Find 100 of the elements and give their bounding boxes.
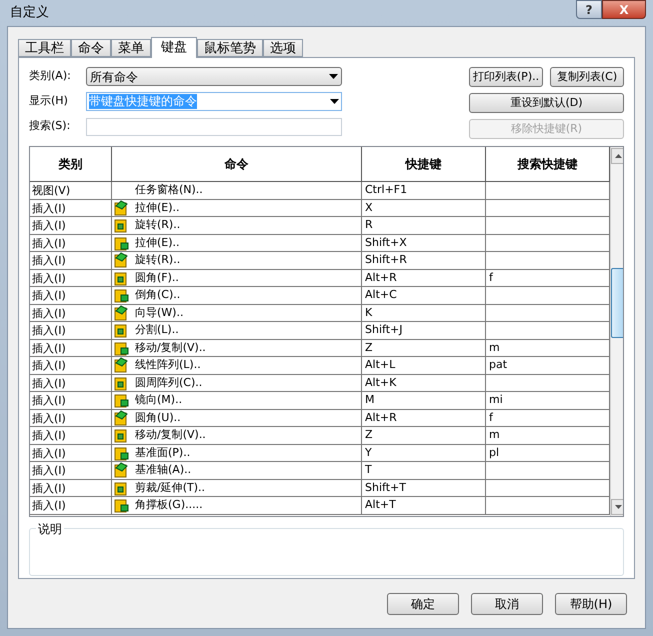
command-cell-text: 倒角(C).. [135,287,180,303]
side-button[interactable]: 打印列表(P).. [469,67,543,87]
tool-icon [114,340,130,356]
shortcut-cell-text: Z [365,427,373,443]
command-cell-text: 基准轴(A).. [135,462,192,478]
search-label: 搜索(S): [29,118,72,134]
command-cell-text: 任务窗格(N).. [135,182,203,198]
shortcut-cell-text: K [365,304,372,320]
category-cell: 插入(I) [30,444,112,461]
tab[interactable]: 菜单 [111,39,151,57]
search-field[interactable] [86,118,342,136]
shortcut-cell-text: Shift+T [365,480,406,496]
scroll-down-icon [615,505,622,509]
category-cell: 插入(I) [30,234,112,251]
category-dropdown[interactable]: 所有命令 [86,67,342,86]
tool-icon [114,444,130,461]
shortcut-cell-text: R [365,217,373,233]
search-shortcut-cell-text: m [489,340,500,356]
tool-icon [114,304,130,321]
command-cell-text: 圆角(U).. [135,410,181,426]
command-cell-text: 剪裁/延伸(T).. [135,480,206,496]
description-label: 说明 [36,520,64,538]
dropdown-caret-icon [329,74,338,79]
category-cell: 插入(I) [30,287,112,304]
category-cell: 插入(I) [30,304,112,321]
dialog-button[interactable]: 确定 [387,593,459,615]
shortcut-cell-text: Shift+X [365,234,407,250]
shortcut-cell-text: M [365,392,374,408]
category-cell: 插入(I) [30,252,112,268]
category-cell: 视图(V) [30,182,112,198]
shortcut-cell-text: Alt+R [365,410,397,426]
category-cell: 插入(I) [30,497,112,514]
dialog-button[interactable]: 帮助(H) [555,593,627,615]
category-label: 类别(A): [29,68,72,84]
command-cell-text: 移动/复制(V).. [135,427,206,443]
scroll-up-icon [615,154,622,158]
tool-icon [114,287,130,304]
category-cell: 插入(I) [30,322,112,338]
tool-icon [114,200,130,216]
command-cell-text: 分割(L).. [135,322,179,338]
side-button[interactable]: 重设到默认(D) [469,93,624,113]
side-button[interactable]: 复制列表(C) [550,67,624,87]
category-cell: 插入(I) [30,374,112,391]
command-cell-text: 向导(W).. [135,304,184,320]
dropdown-caret-icon [330,99,339,104]
category-cell: 插入(I) [30,200,112,216]
shortcut-cell-text: Ctrl+F1 [365,182,408,198]
tab[interactable]: 工具栏 [18,39,71,57]
search-shortcut-cell-text: pl [489,444,500,460]
shortcut-cell-text: Alt+R [365,270,397,286]
tool-icon [114,497,130,514]
command-cell-text: 圆角(F).. [135,270,179,286]
tool-icon [114,357,130,374]
tab[interactable]: 键盘 [151,37,197,58]
show-label: 显示(H) [29,93,69,110]
command-cell-text: 基准面(P).. [135,444,190,460]
category-cell: 插入(I) [30,410,112,426]
dialog-button[interactable]: 取消 [471,593,543,615]
command-cell-text: 拉伸(E).. [135,234,180,250]
tab[interactable]: 选项 [263,39,303,57]
scrollbar[interactable] [610,147,623,516]
search-shortcut-cell-text: pat [489,357,508,373]
window-title: 自定义 [10,4,49,22]
command-cell-text: 旋转(R).. [135,252,180,268]
category-cell: 插入(I) [30,427,112,444]
shortcut-cell-text: Alt+C [365,287,397,303]
shortcut-cell-text: Z [365,340,373,356]
column-header[interactable]: 类别 [30,147,112,181]
search-shortcut-cell-text: f [489,410,493,426]
column-header[interactable]: 快捷键 [362,147,486,181]
shortcut-cell-text: Shift+J [365,322,402,338]
shortcut-cell-text: X [365,200,373,216]
shortcut-cell-text: Alt+T [365,497,396,513]
category-cell: 插入(I) [30,392,112,408]
help-button[interactable]: ? [576,0,602,19]
column-header[interactable]: 命令 [112,147,362,181]
tab[interactable]: 鼠标笔势 [197,39,263,57]
tab[interactable]: 命令 [71,39,111,57]
search-shortcut-cell-text: mi [489,392,503,408]
command-cell-text: 圆周阵列(C).. [135,374,202,390]
category-cell: 插入(I) [30,357,112,374]
shortcut-cell-text: Y [365,444,372,460]
category-cell: 插入(I) [30,480,112,496]
tool-icon [114,252,130,268]
command-cell-text: 移动/复制(V).. [135,340,206,356]
category-cell: 插入(I) [30,462,112,478]
command-cell-text: 旋转(R).. [135,217,180,233]
scrollbar-thumb[interactable] [611,268,623,338]
tool-icon [114,234,130,251]
command-cell-text: 拉伸(E).. [135,200,180,216]
shortcut-cell-text: Alt+L [365,357,396,373]
command-cell-text: 角撑板(G)..... [135,497,203,513]
shortcut-cell-text: Shift+R [365,252,407,268]
shortcut-cell-text: Alt+K [365,374,396,390]
search-shortcut-cell-text: m [489,427,500,443]
category-cell: 插入(I) [30,270,112,286]
command-cell-text: 线性阵列(L).. [135,357,201,373]
category-cell: 插入(I) [30,340,112,356]
search-shortcut-cell-text: f [489,270,493,286]
shortcut-cell-text: T [365,462,372,478]
